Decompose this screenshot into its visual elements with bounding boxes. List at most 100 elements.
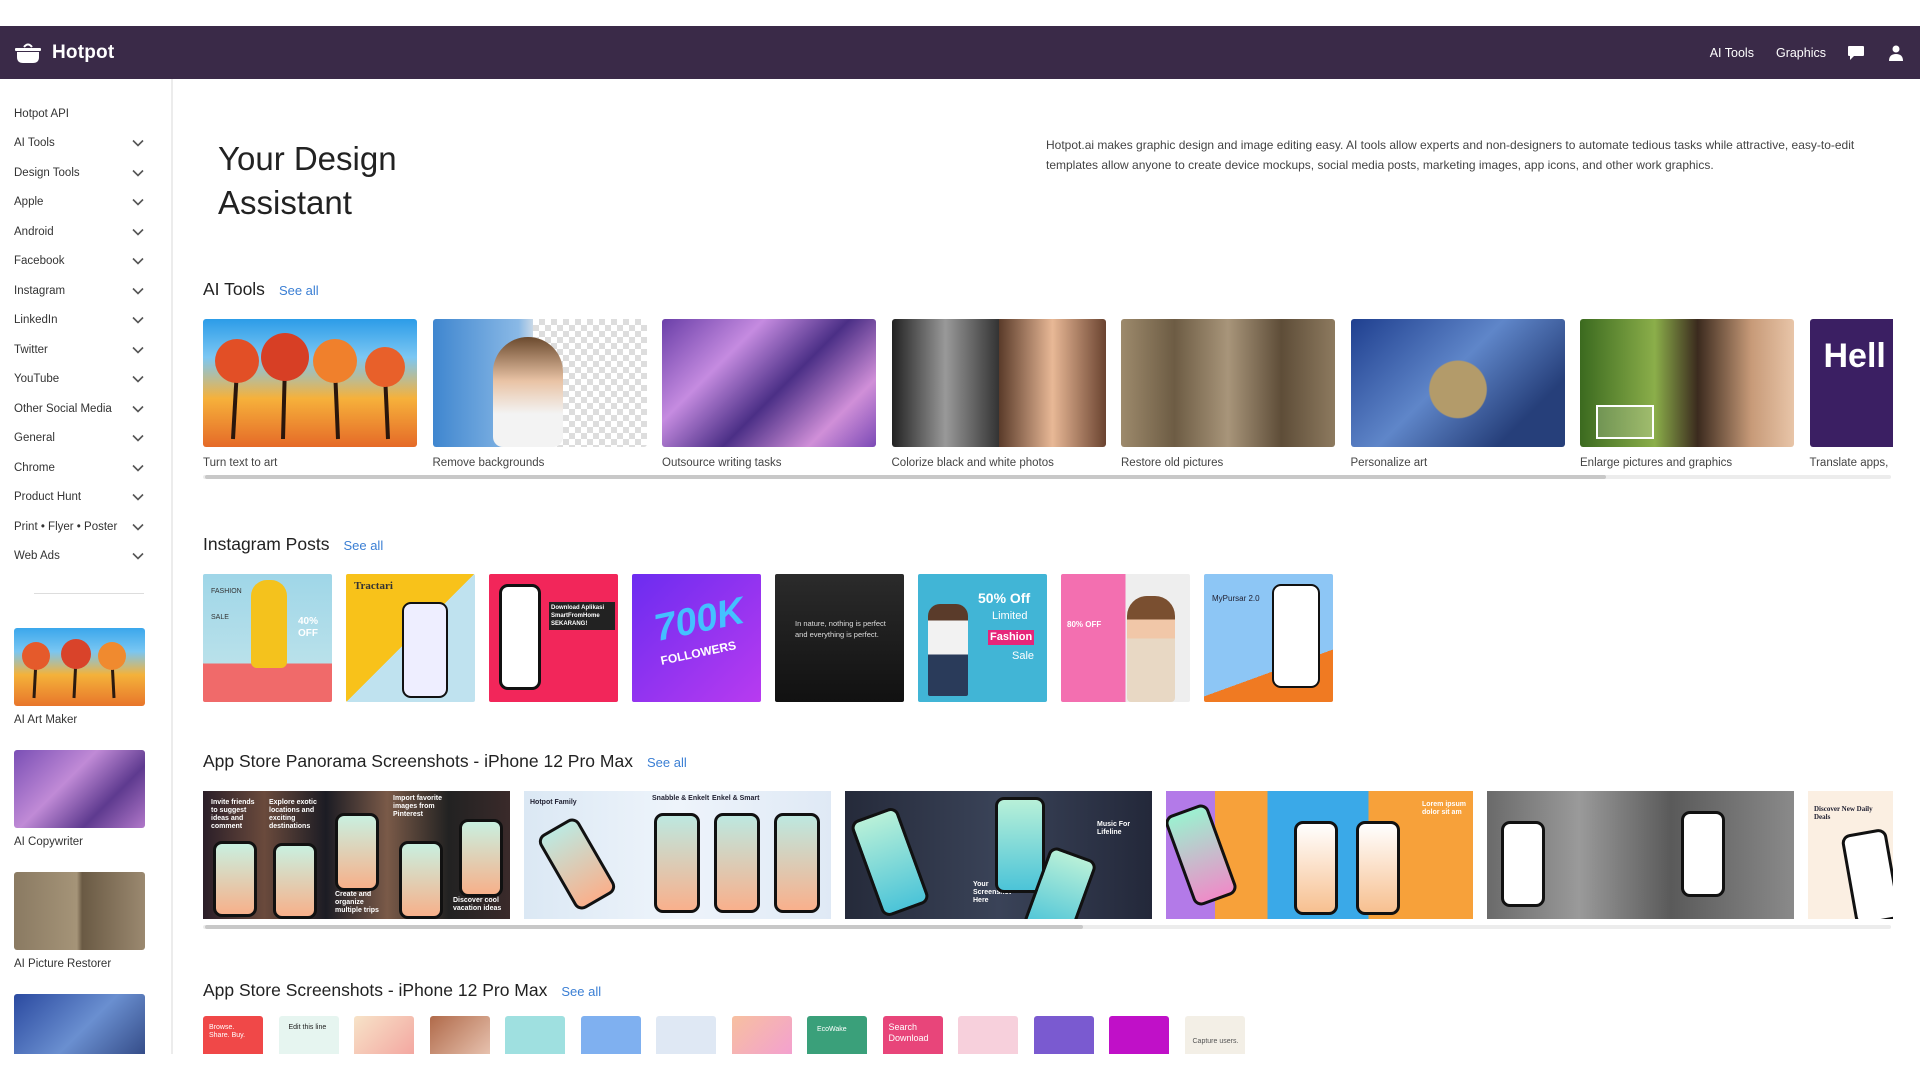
- ai-tools-carousel: Turn text to art Remove backgrounds Outs…: [203, 319, 1893, 469]
- appstore-template[interactable]: [354, 1016, 414, 1054]
- panorama-template-colorful[interactable]: Lorem ipsum dolor sit am: [1166, 791, 1473, 919]
- sidebar-item-twitter[interactable]: Twitter: [0, 335, 171, 365]
- panorama-template-family[interactable]: Hotpot Family Snabble & Enkelt Enkel & S…: [524, 791, 831, 919]
- chevron-down-icon[interactable]: [131, 343, 145, 357]
- appstore-template[interactable]: [656, 1016, 716, 1054]
- appstore-template[interactable]: [429, 1016, 490, 1054]
- appstore-template[interactable]: Capture users.: [1184, 1016, 1245, 1054]
- chevron-down-icon[interactable]: [131, 372, 145, 386]
- instagram-template-80-off[interactable]: 80% OFF: [1061, 574, 1190, 702]
- chevron-down-icon[interactable]: [131, 284, 145, 298]
- tool-card-text-to-art[interactable]: Turn text to art: [203, 319, 417, 469]
- appstore-template[interactable]: EcoWake: [807, 1016, 867, 1054]
- tool-card-restore-pictures[interactable]: Restore old pictures: [1121, 319, 1335, 469]
- chevron-down-icon[interactable]: [131, 313, 145, 327]
- sidebar-item-chrome[interactable]: Chrome: [0, 453, 171, 483]
- card-text: Limited: [992, 610, 1028, 622]
- main-content: Your Design Assistant Hotpot.ai makes gr…: [173, 79, 1920, 1054]
- chevron-down-icon[interactable]: [131, 136, 145, 150]
- see-all-link[interactable]: See all: [279, 283, 319, 298]
- tool-card-outsource-writing[interactable]: Outsource writing tasks: [662, 319, 876, 469]
- panorama-template-discover[interactable]: Discover New Daily Deals: [1808, 791, 1893, 919]
- chevron-down-icon[interactable]: [131, 402, 145, 416]
- sidebar-card-personalize-art[interactable]: [14, 994, 171, 1054]
- card-text: Download Aplikasi SmartFromHome SEKARANG…: [549, 602, 615, 630]
- panorama-scrollbar[interactable]: [203, 925, 1891, 929]
- chevron-down-icon[interactable]: [131, 490, 145, 504]
- user-icon[interactable]: [1886, 43, 1906, 63]
- tool-card-remove-backgrounds[interactable]: Remove backgrounds: [432, 319, 647, 469]
- sidebar-item-facebook[interactable]: Facebook: [0, 247, 171, 277]
- appstore-template[interactable]: [731, 1016, 792, 1054]
- instagram-template-quote[interactable]: In nature, nothing is perfect and everyt…: [775, 574, 904, 702]
- chevron-down-icon[interactable]: [131, 254, 145, 268]
- hotpot-logo[interactable]: Hotpot: [14, 42, 114, 64]
- panorama-template-deals[interactable]: [1487, 791, 1794, 919]
- instagram-template-tractari[interactable]: Tractari: [346, 574, 475, 702]
- card-text: Lorem ipsum dolor sit am: [1422, 801, 1466, 816]
- sidebar-item-general[interactable]: General: [0, 424, 171, 454]
- instagram-template-mypursar[interactable]: MyPursar 2.0: [1204, 574, 1333, 702]
- nav-graphics-link[interactable]: Graphics: [1776, 46, 1826, 60]
- sidebar-item-linkedin[interactable]: LinkedIn: [0, 306, 171, 336]
- chevron-down-icon[interactable]: [131, 166, 145, 180]
- sidebar-item-label: Android: [14, 225, 54, 238]
- panorama-template-dark[interactable]: Your Screenshot Here Music For Lifeline: [845, 791, 1152, 919]
- appstore-template[interactable]: [580, 1016, 641, 1054]
- see-all-link[interactable]: See all: [647, 755, 687, 770]
- sidebar-item-apple[interactable]: Apple: [0, 188, 171, 218]
- chevron-down-icon[interactable]: [131, 225, 145, 239]
- scrollbar-thumb[interactable]: [205, 475, 1606, 479]
- sidebar-card-ai-art-maker[interactable]: AI Art Maker: [14, 628, 171, 726]
- nav-ai-tools-link[interactable]: AI Tools: [1710, 46, 1754, 60]
- sidebar: Hotpot API AI Tools Design Tools Apple Andro…: [0, 79, 173, 1054]
- sidebar-card-label: AI Copywriter: [14, 836, 84, 848]
- sidebar-item-instagram[interactable]: Instagram: [0, 276, 171, 306]
- instagram-template-fashion[interactable]: FASHION SALE 40% OFF: [203, 574, 332, 702]
- sidebar-card-ai-picture-restorer[interactable]: AI Picture Restorer: [14, 872, 171, 970]
- appstore-template[interactable]: Search Download: [882, 1016, 943, 1054]
- ai-art-maker-thumbnail: [14, 628, 145, 706]
- appstore-template[interactable]: [505, 1016, 565, 1054]
- scrollbar-thumb[interactable]: [205, 925, 1083, 929]
- chevron-down-icon[interactable]: [131, 195, 145, 209]
- appstore-template[interactable]: Browse. Share. Buy.: [203, 1016, 263, 1054]
- instagram-template-smartfromhome[interactable]: Download Aplikasi SmartFromHome SEKARANG…: [489, 574, 618, 702]
- card-text: Snabble & Enkelt: [652, 795, 710, 802]
- sidebar-card-ai-copywriter[interactable]: AI Copywriter: [14, 750, 171, 848]
- panorama-template-travel[interactable]: Invite friends to suggest ideas and comm…: [203, 791, 510, 919]
- appstore-template[interactable]: [1109, 1016, 1169, 1054]
- ai-tools-scrollbar[interactable]: [203, 475, 1891, 479]
- sidebar-item-web-ads[interactable]: Web Ads: [0, 542, 171, 572]
- appstore-template[interactable]: [1033, 1016, 1094, 1054]
- card-text: 80% OFF: [1067, 620, 1102, 629]
- tool-card-translate-apps[interactable]: Hell Translate apps,: [1809, 319, 1893, 469]
- tool-card-colorize-photos[interactable]: Colorize black and white photos: [891, 319, 1106, 469]
- tool-label: Outsource writing tasks: [662, 457, 782, 469]
- chevron-down-icon[interactable]: [131, 461, 145, 475]
- see-all-link[interactable]: See all: [561, 984, 601, 999]
- card-text: Fashion: [988, 630, 1035, 645]
- appstore-template[interactable]: [958, 1016, 1018, 1054]
- sidebar-item-ai-tools[interactable]: AI Tools: [0, 129, 171, 159]
- sidebar-item-hotpot-api[interactable]: Hotpot API: [0, 99, 171, 129]
- appstore-template[interactable]: Edit this line: [278, 1016, 339, 1054]
- chevron-down-icon[interactable]: [131, 520, 145, 534]
- chat-icon[interactable]: [1846, 43, 1866, 63]
- sidebar-item-android[interactable]: Android: [0, 217, 171, 247]
- sidebar-item-label: Instagram: [14, 284, 66, 297]
- sidebar-item-youtube[interactable]: YouTube: [0, 365, 171, 395]
- chevron-down-icon[interactable]: [131, 549, 145, 563]
- instagram-template-50-off[interactable]: 50% Off Limited Fashion Sale: [918, 574, 1047, 702]
- card-text: Discover cool vacation ideas: [453, 897, 502, 912]
- chevron-down-icon[interactable]: [131, 431, 145, 445]
- tool-card-enlarge-pictures[interactable]: Enlarge pictures and graphics: [1580, 319, 1794, 469]
- sidebar-item-print-flyer-poster[interactable]: Print • Flyer • Poster: [0, 512, 171, 542]
- see-all-link[interactable]: See all: [343, 538, 383, 553]
- instagram-template-followers[interactable]: 700K FOLLOWERS: [632, 574, 761, 702]
- sidebar-item-other-social-media[interactable]: Other Social Media: [0, 394, 171, 424]
- sidebar-item-design-tools[interactable]: Design Tools: [0, 158, 171, 188]
- instagram-carousel: FASHION SALE 40% OFF Tractari Download A…: [203, 574, 1893, 702]
- tool-card-personalize-art[interactable]: Personalize art: [1350, 319, 1565, 469]
- sidebar-item-product-hunt[interactable]: Product Hunt: [0, 483, 171, 513]
